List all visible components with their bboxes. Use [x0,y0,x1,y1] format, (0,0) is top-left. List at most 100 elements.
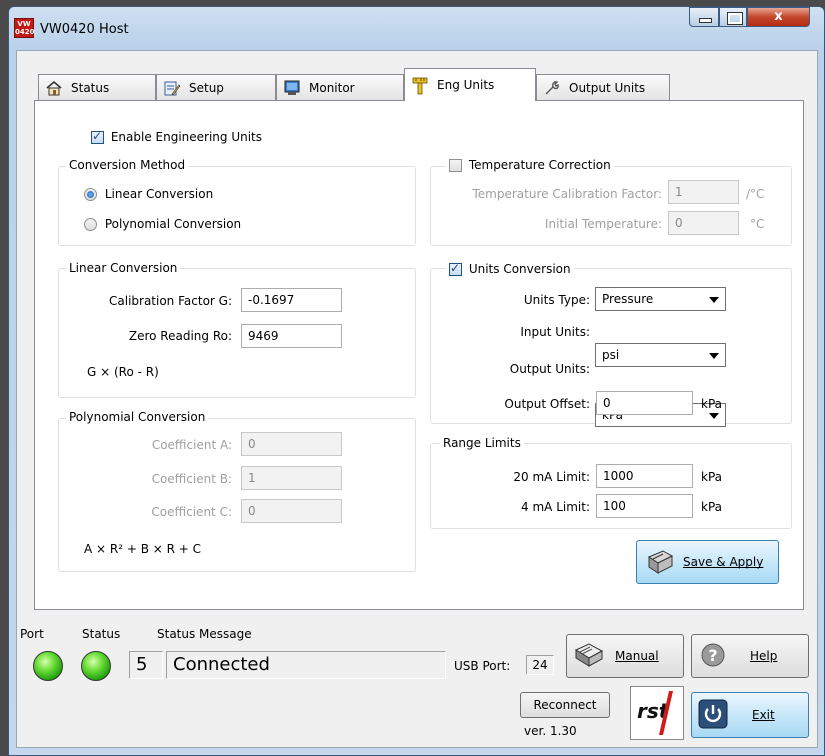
conversion-method-title: Conversion Method [66,158,189,172]
tab-status-label: Status [71,80,110,95]
tab-output-units-label: Output Units [569,80,646,95]
output-offset-label: Output Offset: [504,397,590,411]
units-type-select[interactable]: Pressure [595,287,726,311]
close-button[interactable]: x [747,7,810,27]
dropdown-arrow-icon [709,353,719,359]
power-icon [698,699,728,732]
status-message: Connected [166,651,446,679]
exit-label: Exit [752,708,775,722]
input-units-label: Input Units: [520,325,590,339]
rst-logo-slash-icon [659,691,673,735]
polynomial-conversion-radio-label: Polynomial Conversion [104,217,242,231]
temperature-correction-check[interactable] [449,159,462,172]
linear-conversion-radio[interactable]: Linear Conversion [84,187,213,201]
status-led-indicator [81,651,111,681]
reconnect-button[interactable]: Reconnect [520,692,610,718]
initial-temperature-unit: °C [750,217,765,231]
polynomial-conversion-radio-dot[interactable] [84,218,97,231]
clipboard-pencil-icon [163,80,181,96]
help-label: Help [750,649,778,663]
enable-eng-units-checkbox[interactable]: Enable Engineering Units [91,129,263,144]
limit-4ma-input[interactable]: 100 [596,494,693,518]
wrench-icon [543,80,561,96]
zero-reading-input[interactable]: 9469 [241,324,342,348]
port-led-indicator [33,651,63,681]
output-offset-input[interactable]: 0 [596,391,693,415]
help-button[interactable]: ? Help [691,634,809,678]
minimize-button[interactable] [689,7,719,27]
calibration-factor-input[interactable]: -0.1697 [241,288,342,312]
output-offset-unit: kPa [701,397,722,411]
coefficient-a-input[interactable]: 0 [241,432,342,456]
units-conversion-toggle[interactable]: Units Conversion [446,261,574,276]
polynomial-conversion-radio[interactable]: Polynomial Conversion [84,217,241,231]
input-units-select[interactable]: psi [595,343,726,367]
maximize-icon [727,12,743,25]
tab-status[interactable]: Status [38,74,156,100]
tab-output-units[interactable]: Output Units [536,74,670,100]
limit-20ma-unit: kPa [701,470,722,484]
temperature-correction-toggle[interactable]: Temperature Correction [446,158,614,172]
manual-button[interactable]: Manual [566,634,684,678]
zero-reading-label: Zero Reading Ro: [128,329,232,343]
temperature-factor-input[interactable]: 1 [668,180,739,204]
limit-20ma-input[interactable]: 1000 [596,464,693,488]
tab-monitor[interactable]: Monitor [276,74,404,100]
dropdown-arrow-icon [709,297,719,303]
polynomial-formula: A × R² + B × R + C [84,542,202,556]
temperature-correction-title: Temperature Correction [468,158,611,172]
tab-eng-units-label: Eng Units [437,78,495,92]
calibration-factor-label: Calibration Factor G: [109,294,232,308]
tab-eng-units[interactable]: Eng Units [404,68,536,101]
minimize-icon [699,18,712,23]
book-icon [573,641,605,672]
input-units-value: psi [602,348,620,362]
coefficient-b-input[interactable]: 1 [241,466,342,490]
limit-4ma-label: 4 mA Limit: [521,500,590,514]
linear-conversion-radio-dot[interactable] [84,188,97,201]
dropdown-arrow-icon [709,413,719,419]
app-logo-icon: VW 0420 [14,18,35,38]
close-icon: x [774,9,783,24]
linear-conversion-title: Linear Conversion [66,261,181,275]
coefficient-b-label: Coefficient B: [151,472,232,486]
coefficient-a-label: Coefficient A: [151,438,232,452]
manual-label: Manual [615,649,659,663]
temperature-factor-unit: /°C [746,187,765,201]
initial-temperature-input[interactable]: 0 [668,211,739,235]
monitor-icon [283,80,301,96]
coefficient-c-input[interactable]: 0 [241,499,342,523]
port-label: Port [20,627,44,641]
units-type-label: Units Type: [523,293,590,307]
status-code: 5 [129,651,163,679]
conversion-method-group [58,166,416,246]
tab-setup[interactable]: Setup [156,74,276,100]
exit-button[interactable]: Exit [691,692,809,738]
initial-temperature-label: Initial Temperature: [544,217,662,231]
save-apply-button[interactable]: Save & Apply [636,540,779,584]
save-disk-icon [645,547,675,578]
enable-eng-units-check[interactable] [91,129,104,144]
enable-eng-units-label: Enable Engineering Units [110,130,263,144]
status-message-label: Status Message [157,627,252,641]
tab-setup-label: Setup [189,80,224,95]
temperature-factor-label: Temperature Calibration Factor: [472,187,663,201]
units-type-value: Pressure [602,292,654,306]
help-question-icon: ? [700,642,726,671]
units-conversion-title: Units Conversion [468,262,571,276]
save-apply-label: Save & Apply [683,555,764,569]
status-label: Status [82,627,121,641]
home-icon [45,80,63,96]
maximize-button[interactable] [719,7,747,27]
range-limits-title: Range Limits [440,436,524,450]
units-conversion-check[interactable] [449,261,462,276]
version-text: ver. 1.30 [524,724,577,738]
reconnect-label: Reconnect [533,698,597,712]
rst-logo: rst [630,686,684,740]
polynomial-conversion-title: Polynomial Conversion [66,410,209,424]
output-units-label: Output Units: [509,362,590,376]
usb-port-value: 24 [526,655,554,675]
limit-20ma-label: 20 mA Limit: [513,470,590,484]
usb-port-label: USB Port: [454,659,511,673]
tab-monitor-label: Monitor [309,80,355,95]
